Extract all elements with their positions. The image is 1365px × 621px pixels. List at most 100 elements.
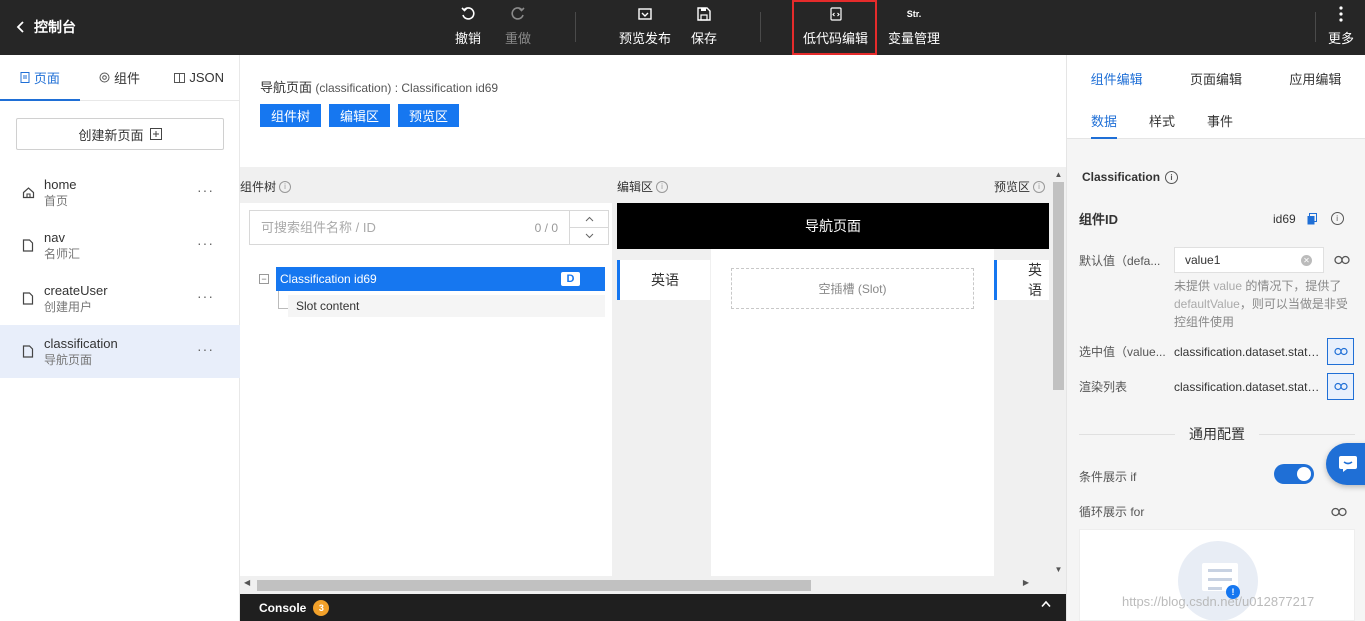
tree-node-badge: D (561, 272, 580, 286)
link-icon[interactable] (1331, 507, 1347, 517)
scroll-thumb[interactable] (1053, 182, 1064, 390)
page-name: classification (44, 336, 118, 351)
tab-component-edit[interactable]: 组件编辑 (1067, 55, 1166, 101)
page-more-button[interactable]: ··· (197, 341, 214, 357)
vertical-scrollbar[interactable]: ▲ ▼ (1051, 167, 1066, 576)
search-prev-button[interactable] (570, 211, 608, 227)
more-button[interactable]: 更多 (1328, 6, 1354, 50)
tree-pane-title: 组件树 i (240, 178, 292, 195)
tree-collapse-toggle[interactable]: − (259, 274, 269, 284)
tree-child-label: Slot content (296, 299, 360, 313)
page-more-button[interactable]: ··· (197, 235, 214, 251)
toggle-tree-button[interactable]: 组件树 (260, 104, 322, 127)
page-name: createUser (44, 283, 108, 298)
redo-label: 重做 (505, 31, 532, 46)
chevron-left-icon (16, 21, 24, 33)
back-to-console-button[interactable]: 控制台 (14, 17, 76, 37)
default-value-row: 默认值（defa... value1 ✕ (1079, 247, 1355, 273)
property-subtabs: 数据 样式 事件 (1067, 101, 1365, 139)
scroll-down-arrow[interactable]: ▼ (1051, 562, 1066, 576)
selected-value-binding[interactable]: classification.dataset.state.... (1174, 345, 1322, 359)
file-icon (22, 344, 36, 359)
chat-icon (1339, 456, 1357, 472)
bind-variable-button[interactable] (1327, 373, 1354, 400)
tab-json[interactable]: JSON (159, 55, 239, 100)
var-manage-label: 变量管理 (888, 31, 941, 46)
default-value-input[interactable]: value1 ✕ (1174, 247, 1324, 273)
search-next-button[interactable] (570, 227, 608, 244)
page-more-button[interactable]: ··· (197, 182, 214, 198)
tab-page-edit[interactable]: 页面编辑 (1166, 55, 1265, 101)
page-subtitle: 导航页面 (44, 353, 93, 367)
tab-json-label: JSON (189, 70, 225, 85)
page-icon (20, 72, 30, 83)
general-config-divider: 通用配置 (1079, 424, 1355, 444)
create-page-button[interactable]: 创建新页面 (16, 118, 224, 150)
toggle-edit-button[interactable]: 编辑区 (329, 104, 391, 127)
preview-publish-label: 预览发布 (619, 31, 672, 46)
condition-toggle[interactable] (1274, 464, 1314, 484)
watermark: https://blog.csdn.net/u012877217 (1122, 594, 1315, 609)
link-icon (1333, 382, 1348, 391)
scroll-left-arrow[interactable]: ◀ (244, 578, 250, 587)
tree-search-input[interactable] (250, 211, 535, 244)
subtab-data[interactable]: 数据 (1091, 101, 1118, 139)
page-subtitle: 首页 (44, 194, 69, 208)
tree-node-selected[interactable]: Classification id69 D (276, 267, 605, 291)
info-icon[interactable]: i (279, 180, 292, 193)
chat-help-button[interactable] (1326, 443, 1365, 485)
console-label: Console (259, 600, 307, 615)
page-item-createuser[interactable]: createUser 创建用户 ··· (0, 272, 240, 325)
info-icon[interactable]: i (1330, 212, 1344, 225)
toggle-preview-button[interactable]: 预览区 (398, 104, 460, 127)
chevron-up-icon[interactable] (1041, 600, 1051, 608)
canvas-side-nav-item[interactable]: 英语 (617, 260, 710, 300)
canvas-nav-bar[interactable]: 导航页面 (617, 203, 1049, 249)
property-panel: 组件编辑 页面编辑 应用编辑 数据 样式 事件 Classification i… (1066, 55, 1365, 621)
empty-slot[interactable]: 空插槽 (Slot) (731, 268, 974, 309)
default-value-label: 默认值（defa... (1079, 253, 1161, 268)
canvas-nav-title: 导航页面 (805, 218, 861, 234)
tab-components[interactable]: 组件 (80, 55, 160, 100)
page-more-button[interactable]: ··· (197, 288, 214, 304)
info-icon[interactable]: i (1033, 180, 1046, 193)
var-manage-button[interactable]: Str. 变量管理 (888, 6, 940, 50)
breadcrumb-page: 导航页面 (260, 80, 313, 95)
scroll-up-arrow[interactable]: ▲ (1051, 167, 1066, 181)
tree-node-child[interactable]: Slot content (288, 295, 605, 317)
info-icon[interactable]: i (656, 180, 669, 193)
component-id-value: id69 (1273, 211, 1296, 226)
page-item-classification[interactable]: classification 导航页面 ··· (0, 325, 240, 378)
empty-state-illustration: ! (1178, 541, 1258, 621)
page-item-home[interactable]: home 首页 ··· (0, 166, 240, 219)
undo-button[interactable]: 撤销 (455, 6, 481, 50)
scroll-thumb[interactable] (257, 580, 811, 591)
divider-line (1259, 433, 1355, 435)
hint-code: value (1213, 279, 1243, 293)
redo-button[interactable]: 重做 (505, 6, 531, 50)
subtab-style[interactable]: 样式 (1149, 101, 1175, 139)
canvas-body: 英语 空插槽 (Slot) 英语 (617, 249, 1049, 579)
subtab-events[interactable]: 事件 (1207, 101, 1233, 139)
lowcode-edit-button[interactable]: 低代码编辑 (803, 6, 868, 50)
horizontal-scrollbar[interactable]: ◀ ▶ (240, 576, 1051, 594)
preview-side-nav-item[interactable]: 英语 (994, 260, 1049, 300)
info-icon[interactable]: i (1165, 170, 1179, 184)
copy-icon[interactable] (1307, 212, 1317, 225)
clear-icon[interactable]: ✕ (1301, 255, 1312, 266)
json-icon (174, 72, 186, 83)
page-item-nav[interactable]: nav 名师汇 ··· (0, 219, 240, 272)
save-button[interactable]: 保存 (691, 6, 717, 50)
active-tab-indicator (0, 99, 80, 101)
preview-publish-button[interactable]: 预览发布 (619, 6, 671, 50)
bind-variable-button[interactable] (1327, 338, 1354, 365)
render-list-binding[interactable]: classification.dataset.state.... (1174, 380, 1322, 394)
tab-app-edit[interactable]: 应用编辑 (1266, 55, 1365, 101)
general-config-title: 通用配置 (1189, 426, 1245, 442)
link-icon[interactable] (1334, 255, 1350, 265)
scroll-right-arrow[interactable]: ▶ (1023, 578, 1029, 587)
console-bar[interactable]: Console 3 (240, 594, 1066, 621)
back-label: 控制台 (34, 19, 76, 35)
tab-pages[interactable]: 页面 (0, 55, 80, 100)
chevron-down-icon (585, 233, 593, 239)
